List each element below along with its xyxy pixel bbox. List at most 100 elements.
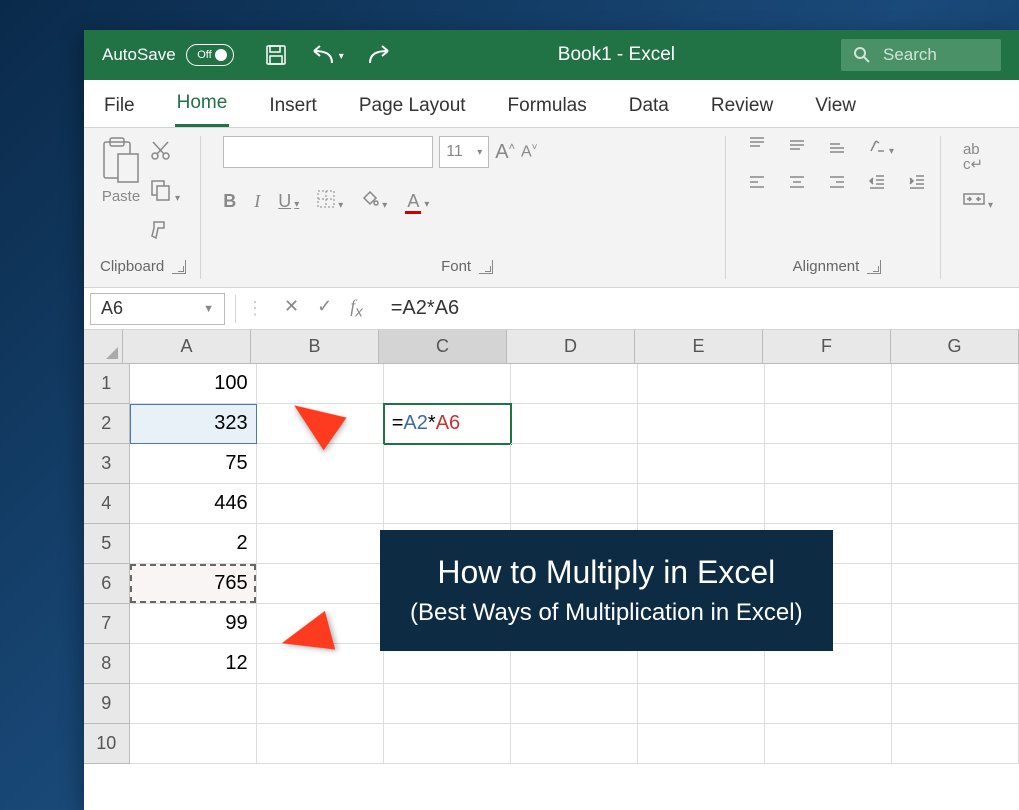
redo-icon[interactable] — [366, 43, 392, 67]
cell-B6[interactable] — [257, 564, 384, 604]
cell-A2[interactable]: 323 — [130, 404, 257, 444]
cell-C2[interactable]: =A2*A6 — [384, 404, 511, 444]
row-header-9[interactable]: 9 — [84, 684, 130, 724]
col-header-A[interactable]: A — [123, 330, 251, 364]
increase-indent-icon[interactable] — [908, 173, 926, 196]
cell-G4[interactable] — [892, 484, 1019, 524]
cell-C3[interactable] — [384, 444, 511, 484]
wrap-text-button[interactable]: abc↵ — [963, 142, 983, 172]
cell-D1[interactable] — [511, 364, 638, 404]
fill-color-button[interactable]: ▾ — [361, 190, 387, 213]
cell-F1[interactable] — [765, 364, 892, 404]
italic-button[interactable]: I — [254, 191, 260, 212]
row-header-1[interactable]: 1 — [84, 364, 130, 404]
enter-formula-icon[interactable]: ✓ — [317, 296, 332, 321]
cell-B4[interactable] — [257, 484, 384, 524]
copy-icon[interactable]: ▾ — [150, 179, 180, 206]
cell-A9[interactable] — [130, 684, 257, 724]
save-icon[interactable] — [264, 43, 288, 67]
cell-G6[interactable] — [892, 564, 1019, 604]
cell-E3[interactable] — [638, 444, 765, 484]
cell-A4[interactable]: 446 — [130, 484, 257, 524]
cell-E10[interactable] — [638, 724, 765, 764]
tab-insert[interactable]: Insert — [267, 85, 319, 127]
row-header-8[interactable]: 8 — [84, 644, 130, 684]
align-top-icon[interactable] — [748, 136, 766, 159]
tab-review[interactable]: Review — [709, 85, 775, 127]
insert-function-icon[interactable]: fx — [350, 296, 363, 321]
increase-font-icon[interactable]: A˄ — [495, 141, 515, 164]
tab-view[interactable]: View — [813, 85, 858, 127]
cell-A7[interactable]: 99 — [130, 604, 257, 644]
cell-B2[interactable] — [257, 404, 384, 444]
cell-B3[interactable] — [257, 444, 384, 484]
cell-F2[interactable] — [765, 404, 892, 444]
align-bottom-icon[interactable] — [828, 136, 846, 159]
underline-button[interactable]: U▾ — [278, 191, 299, 212]
cut-icon[interactable] — [150, 140, 180, 167]
name-box-dropdown-icon[interactable]: ▼ — [203, 303, 214, 315]
cell-F9[interactable] — [765, 684, 892, 724]
cell-B7[interactable] — [257, 604, 384, 644]
align-center-icon[interactable] — [788, 173, 806, 196]
cell-F4[interactable] — [765, 484, 892, 524]
autosave-control[interactable]: AutoSave Off — [102, 44, 234, 66]
decrease-font-icon[interactable]: A˅ — [521, 142, 538, 161]
col-header-E[interactable]: E — [635, 330, 763, 364]
cell-D2[interactable] — [511, 404, 638, 444]
border-button[interactable]: ▾ — [317, 190, 343, 213]
cell-D10[interactable] — [511, 724, 638, 764]
cell-G1[interactable] — [892, 364, 1019, 404]
select-all-corner[interactable] — [84, 330, 123, 364]
row-header-10[interactable]: 10 — [84, 724, 130, 764]
name-box[interactable]: A6 ▼ — [90, 293, 225, 325]
cell-E4[interactable] — [638, 484, 765, 524]
font-dialog-launcher[interactable] — [479, 260, 493, 274]
cell-B5[interactable] — [257, 524, 384, 564]
row-header-4[interactable]: 4 — [84, 484, 130, 524]
cell-D3[interactable] — [511, 444, 638, 484]
cell-C9[interactable] — [384, 684, 511, 724]
row-header-5[interactable]: 5 — [84, 524, 130, 564]
cell-C10[interactable] — [384, 724, 511, 764]
font-size-select[interactable]: 11▾ — [439, 136, 489, 168]
cell-G2[interactable] — [892, 404, 1019, 444]
tab-data[interactable]: Data — [627, 85, 671, 127]
cell-E2[interactable] — [638, 404, 765, 444]
bold-button[interactable]: B — [223, 191, 236, 212]
col-header-G[interactable]: G — [891, 330, 1019, 364]
col-header-D[interactable]: D — [507, 330, 635, 364]
cell-B1[interactable] — [257, 364, 384, 404]
tab-page-layout[interactable]: Page Layout — [357, 85, 468, 127]
orientation-icon[interactable]: ▾ — [868, 136, 894, 159]
row-header-6[interactable]: 6 — [84, 564, 130, 604]
cell-F10[interactable] — [765, 724, 892, 764]
cell-D4[interactable] — [511, 484, 638, 524]
cell-G3[interactable] — [892, 444, 1019, 484]
cell-C1[interactable] — [384, 364, 511, 404]
col-header-B[interactable]: B — [251, 330, 379, 364]
cell-A3[interactable]: 75 — [130, 444, 257, 484]
align-middle-icon[interactable] — [788, 136, 806, 159]
row-header-2[interactable]: 2 — [84, 404, 130, 444]
formula-input[interactable]: =A2*A6 — [377, 297, 1019, 320]
tab-formulas[interactable]: Formulas — [506, 85, 589, 127]
row-header-7[interactable]: 7 — [84, 604, 130, 644]
undo-icon[interactable]: ▾ — [310, 43, 344, 67]
cell-E9[interactable] — [638, 684, 765, 724]
cell-G10[interactable] — [892, 724, 1019, 764]
cell-B10[interactable] — [257, 724, 384, 764]
col-header-C[interactable]: C — [379, 330, 507, 364]
cell-G7[interactable] — [892, 604, 1019, 644]
merge-center-button[interactable]: ▾ — [963, 190, 993, 213]
cell-B8[interactable] — [257, 644, 384, 684]
cell-B9[interactable] — [257, 684, 384, 724]
align-left-icon[interactable] — [748, 173, 766, 196]
cell-A6[interactable]: 765 — [130, 564, 257, 604]
clipboard-dialog-launcher[interactable] — [172, 260, 186, 274]
font-name-select[interactable] — [223, 136, 433, 168]
cell-A8[interactable]: 12 — [130, 644, 257, 684]
cell-A10[interactable] — [130, 724, 257, 764]
cell-C4[interactable] — [384, 484, 511, 524]
cell-A1[interactable]: 100 — [130, 364, 257, 404]
